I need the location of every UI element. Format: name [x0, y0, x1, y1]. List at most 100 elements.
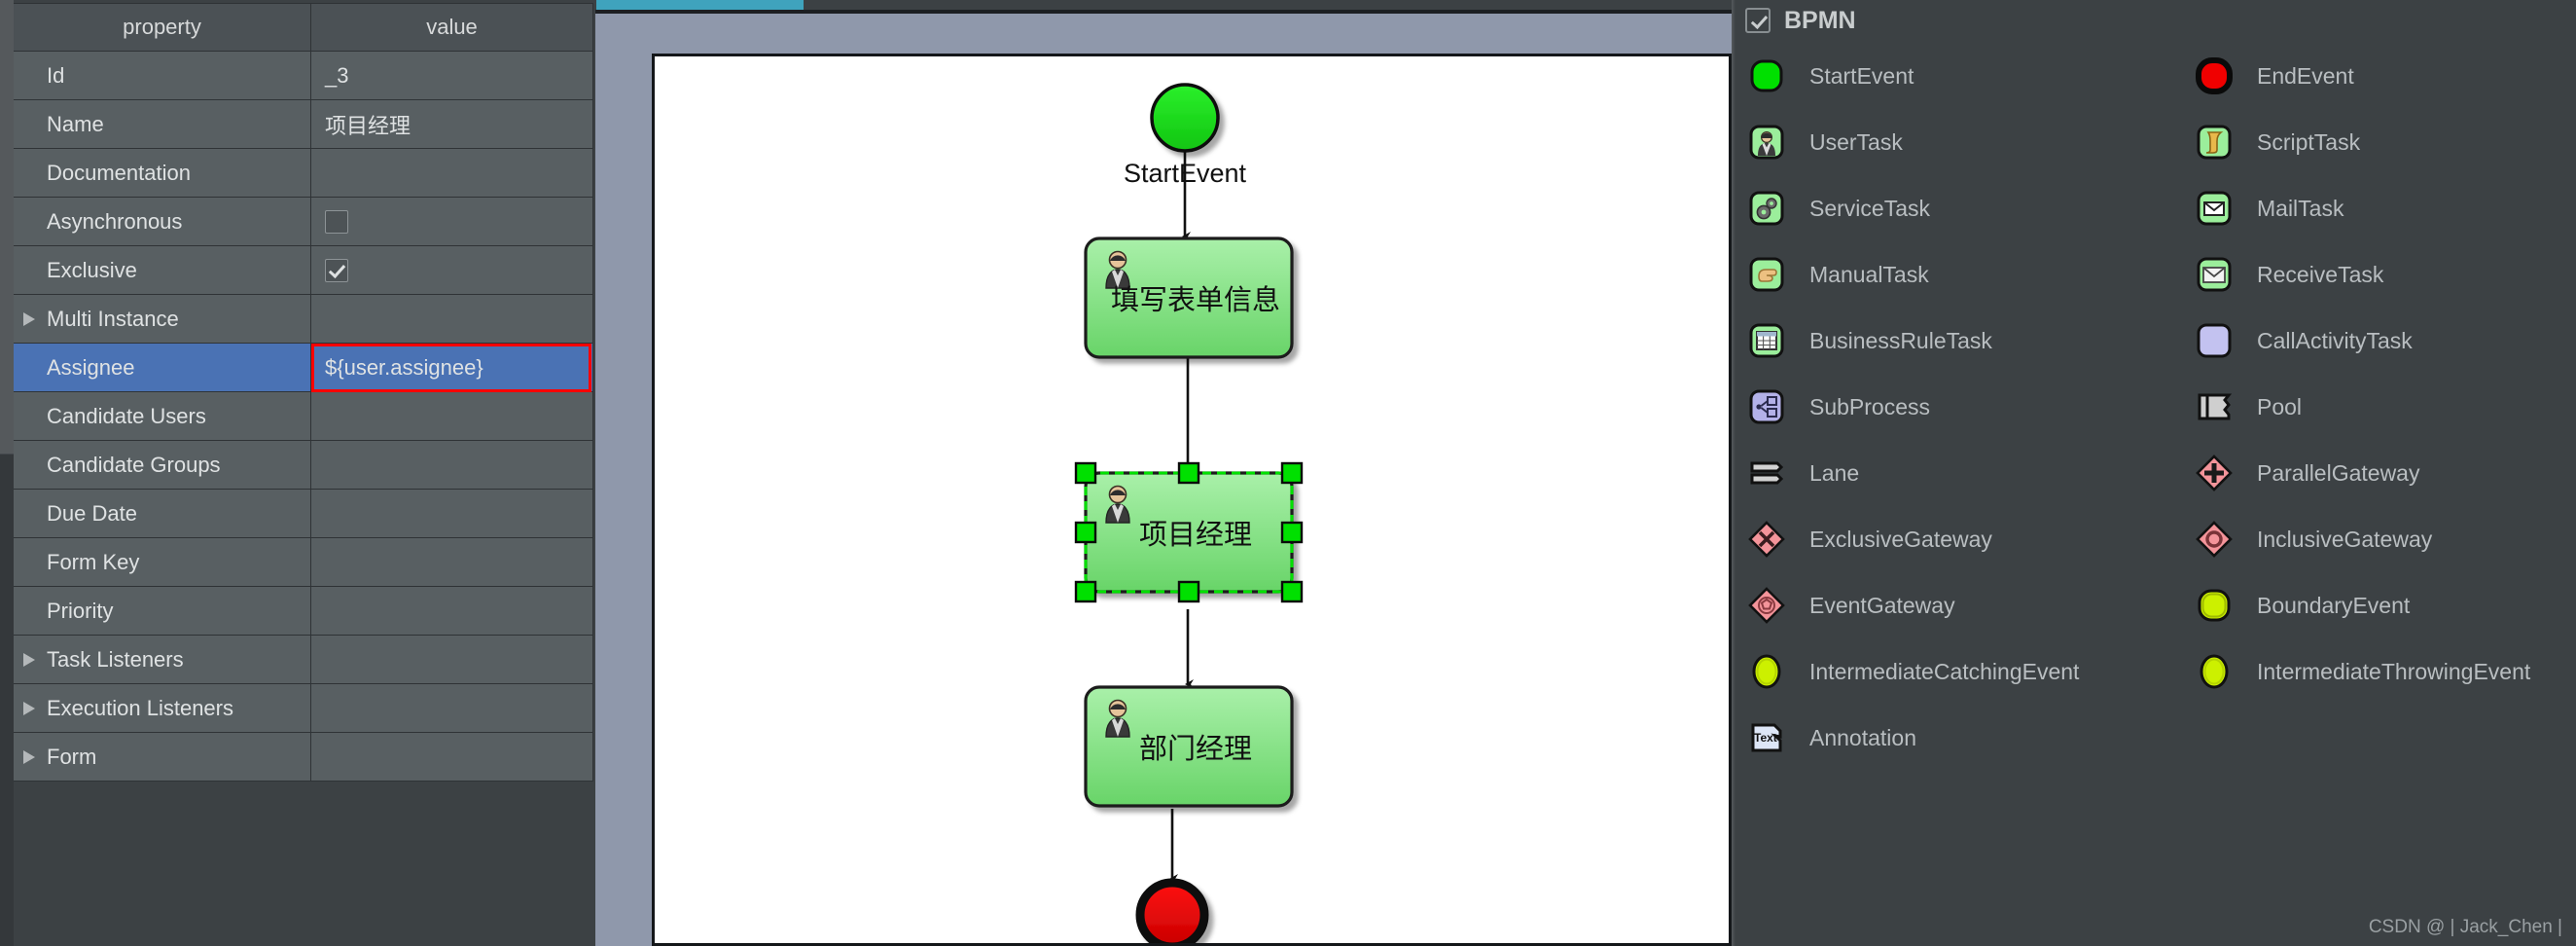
property-row-value[interactable]	[311, 198, 593, 246]
tab-active-indicator[interactable]	[596, 0, 804, 10]
property-row-value[interactable]	[311, 441, 593, 490]
palette-item-label: ReceiveTask	[2257, 261, 2384, 287]
expand-triangle-icon[interactable]	[23, 749, 35, 764]
property-name-label: Name	[47, 111, 104, 136]
property-row[interactable]: Priority	[14, 587, 593, 636]
palette-item-eventgateway[interactable]: EventGateway	[1745, 572, 2167, 638]
pool-icon[interactable]	[2193, 385, 2236, 428]
property-row[interactable]: Exclusive	[14, 246, 593, 295]
intermediate-catching-event-icon[interactable]	[1745, 650, 1788, 693]
expand-triangle-icon[interactable]	[23, 652, 35, 667]
property-row-value[interactable]	[311, 587, 593, 636]
script-task-icon[interactable]	[2193, 121, 2236, 164]
property-row-value[interactable]	[311, 295, 593, 344]
palette-item-manualtask[interactable]: ManualTask	[1745, 241, 2167, 308]
palette-item-label: ManualTask	[1809, 261, 1929, 287]
property-row-value[interactable]	[311, 392, 593, 441]
property-row[interactable]: Execution Listeners	[14, 684, 593, 733]
bpmn-palette: BPMN StartEvent UserTask ServiceTask Manual…	[1732, 0, 2576, 946]
property-row-value[interactable]	[311, 538, 593, 587]
user-task-icon[interactable]	[1745, 121, 1788, 164]
palette-item-subprocess[interactable]: SubProcess	[1745, 374, 2167, 440]
palette-item-startevent[interactable]: StartEvent	[1745, 43, 2167, 109]
exclusive-gateway-icon[interactable]	[1745, 518, 1788, 561]
palette-item-scripttask[interactable]: ScriptTask	[2193, 109, 2576, 175]
diagram-canvas-area[interactable]: StartEvent 填写表单信息 项目经理 部门经理	[595, 0, 1732, 946]
parallel-gateway-icon[interactable]	[2193, 452, 2236, 494]
palette-header[interactable]: BPMN	[1745, 4, 1856, 37]
palette-item-parallelgateway[interactable]: ParallelGateway	[2193, 440, 2576, 506]
palette-item-usertask[interactable]: UserTask	[1745, 109, 2167, 175]
diagram-node-start-event[interactable]	[1150, 83, 1220, 153]
palette-item-mailtask[interactable]: MailTask	[2193, 175, 2576, 241]
property-name-label: Multi Instance	[47, 306, 179, 331]
property-row[interactable]: Candidate Users	[14, 392, 593, 441]
property-name-label: Asynchronous	[47, 208, 183, 234]
property-row[interactable]: Form Key	[14, 538, 593, 587]
value-editor-highlight[interactable]	[311, 344, 591, 392]
property-row-name: Assignee	[14, 344, 311, 392]
palette-checkbox[interactable]	[1745, 8, 1771, 33]
palette-item-callactivitytask[interactable]: CallActivityTask	[2193, 308, 2576, 374]
property-row-value[interactable]	[311, 636, 593, 684]
property-row-value[interactable]: _3	[311, 52, 593, 100]
property-row[interactable]: Asynchronous	[14, 198, 593, 246]
property-name-label: Due Date	[47, 500, 137, 526]
receive-task-icon[interactable]	[2193, 253, 2236, 296]
palette-item-pool[interactable]: Pool	[2193, 374, 2576, 440]
diagram-sheet[interactable]: StartEvent 填写表单信息 项目经理 部门经理	[652, 54, 1732, 946]
expand-triangle-icon[interactable]	[23, 311, 35, 326]
property-row[interactable]: Due Date	[14, 490, 593, 538]
property-row[interactable]: Candidate Groups	[14, 441, 593, 490]
property-row[interactable]: Id _3	[14, 52, 593, 100]
property-row-name: Task Listeners	[14, 636, 311, 684]
property-row-value[interactable]	[311, 246, 593, 295]
service-task-icon[interactable]	[1745, 187, 1788, 230]
property-row-value[interactable]	[311, 490, 593, 538]
sub-process-icon[interactable]	[1745, 385, 1788, 428]
property-row-value[interactable]	[311, 149, 593, 198]
lane-icon[interactable]	[1745, 452, 1788, 494]
expand-triangle-icon[interactable]	[23, 701, 35, 715]
palette-item-intermediatecatchingevent[interactable]: IntermediateCatchingEvent	[1745, 638, 2167, 705]
diagram-node-end-event[interactable]	[1135, 878, 1209, 943]
palette-item-lane[interactable]: Lane	[1745, 440, 2167, 506]
event-gateway-icon[interactable]	[1745, 584, 1788, 627]
intermediate-throwing-event-icon[interactable]	[2193, 650, 2236, 693]
inclusive-gateway-icon[interactable]	[2193, 518, 2236, 561]
end-event-icon[interactable]	[2193, 55, 2236, 97]
palette-item-intermediatethrowingevent[interactable]: IntermediateThrowingEvent	[2193, 638, 2576, 705]
property-row-value[interactable]	[311, 733, 593, 782]
property-row-value[interactable]: 项目经理	[311, 100, 593, 149]
call-activity-task-icon[interactable]	[2193, 319, 2236, 362]
property-row[interactable]: Multi Instance	[14, 295, 593, 344]
property-row-name: Documentation	[14, 149, 311, 198]
start-event-icon[interactable]	[1745, 55, 1788, 97]
palette-item-boundaryevent[interactable]: BoundaryEvent	[2193, 572, 2576, 638]
palette-item-exclusivegateway[interactable]: ExclusiveGateway	[1745, 506, 2167, 572]
property-row[interactable]: Name 项目经理	[14, 100, 593, 149]
checkbox-unchecked-icon[interactable]	[325, 209, 348, 234]
mail-task-icon[interactable]	[2193, 187, 2236, 230]
property-row[interactable]: Form	[14, 733, 593, 782]
palette-item-businessruletask[interactable]: BusinessRuleTask	[1745, 308, 2167, 374]
checkbox-checked-icon[interactable]	[325, 258, 348, 282]
bpmn-diagram[interactable]: StartEvent 填写表单信息 项目经理 部门经理	[655, 56, 1729, 943]
manual-task-icon[interactable]	[1745, 253, 1788, 296]
palette-item-inclusivegateway[interactable]: InclusiveGateway	[2193, 506, 2576, 572]
palette-item-servicetask[interactable]: ServiceTask	[1745, 175, 2167, 241]
palette-item-endevent[interactable]: EndEvent	[2193, 43, 2576, 109]
annotation-icon[interactable]: Text	[1745, 716, 1788, 759]
palette-item-label: InclusiveGateway	[2257, 526, 2433, 552]
diagram-node-start-event-label: StartEvent	[1124, 159, 1247, 188]
column-header-value: value	[311, 3, 593, 52]
palette-item-annotation[interactable]: Text Annotation	[1745, 705, 2167, 771]
palette-item-receivetask[interactable]: ReceiveTask	[2193, 241, 2576, 308]
property-row-name: Exclusive	[14, 246, 311, 295]
property-row[interactable]: Task Listeners	[14, 636, 593, 684]
property-row-value[interactable]	[311, 684, 593, 733]
property-row[interactable]: Documentation	[14, 149, 593, 198]
business-rule-task-icon[interactable]	[1745, 319, 1788, 362]
property-row[interactable]: Assignee ${user.assignee}	[14, 344, 593, 392]
boundary-event-icon[interactable]	[2193, 584, 2236, 627]
